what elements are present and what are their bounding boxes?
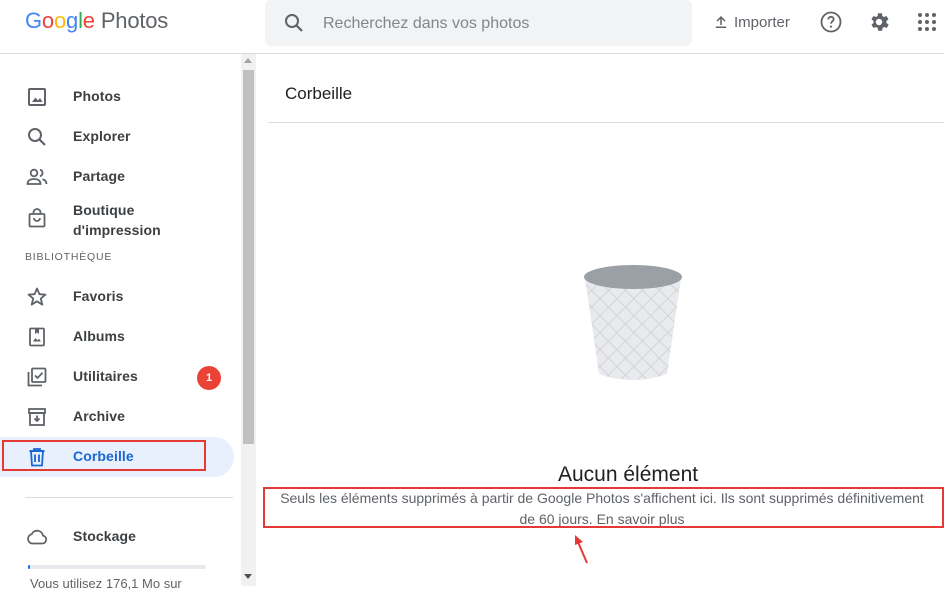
shopping-bag-icon [28,208,46,228]
sidebar-item-label: Explorer [73,128,131,144]
album-icon [29,327,45,347]
search-icon[interactable] [282,11,306,35]
apps-grid-icon[interactable] [915,10,939,34]
import-label: Importer [734,13,790,31]
sidebar-item-label: Archive [73,408,126,424]
sidebar-item-utilitaires[interactable]: Utilitaires 1 [0,357,234,397]
sidebar-item-albums[interactable]: Albums [0,317,234,357]
help-icon[interactable] [819,10,843,34]
empty-trash-illustration [584,265,682,380]
sidebar-item-archive[interactable]: Archive [0,397,234,437]
settings-icon[interactable] [867,10,891,34]
sidebar-divider [25,497,233,498]
cloud-icon [27,529,48,545]
empty-state-title: Aucun élément [558,463,699,486]
google-photos-logo[interactable]: Google Photos [25,8,168,34]
logo-letter: G [25,8,42,33]
notification-badge: 1 [197,366,221,390]
star-icon [27,287,47,306]
sidebar-item-boutique[interactable]: Boutique d'impression [0,197,234,247]
sidebar-item-label: Stockage [73,528,137,544]
library-heading: BIBLIOTHÈQUE [25,251,113,263]
logo-letter: o [53,8,67,33]
scroll-down-arrow-icon[interactable] [244,574,252,579]
page-title: Corbeille [285,84,353,103]
sidebar-item-stockage[interactable]: Stockage [0,517,234,557]
sidebar-item-label: Partage [73,168,126,184]
sidebar-item-partage[interactable]: Partage [0,157,234,197]
highlight-box-description [263,487,944,528]
scroll-up-arrow-icon[interactable] [244,58,252,63]
photo-icon [28,88,46,106]
utilities-icon [27,367,47,387]
scrollbar-thumb[interactable] [243,70,254,444]
highlight-box-corbeille [2,440,206,471]
logo-letter: g [66,8,79,33]
upload-icon [715,16,727,28]
annotation-arrow-icon [575,535,588,564]
sidebar-item-label: Utilitaires [73,368,138,384]
storage-progress-bar [28,565,206,569]
sidebar-item-favoris[interactable]: Favoris [0,277,234,317]
logo-letter: o [41,8,54,33]
archive-icon [28,408,46,426]
sidebar-item-explorer[interactable]: Explorer [0,117,234,157]
import-button[interactable]: Importer [712,10,790,34]
sidebar-scrollbar[interactable] [241,54,256,586]
sidebar-item-photos[interactable]: Photos [0,77,234,117]
people-icon [26,168,48,185]
top-bar: GooglePhotos Importer [0,0,944,54]
sidebar-item-label: Boutique d'impression [73,202,161,238]
logo-letter: e [82,8,95,33]
logo-product-name: Photos [100,8,169,33]
sidebar-item-label: Photos [73,88,122,104]
search-box[interactable] [265,0,692,48]
storage-usage-text: Vous utilisez 176,1 Mo sur [30,576,182,591]
storage-progress-fill [28,565,30,569]
sidebar-item-label: Albums [73,328,125,344]
search-icon [28,128,46,146]
search-input[interactable] [321,0,685,48]
title-divider [268,122,944,123]
sidebar-item-label: Favoris [73,288,124,304]
sidebar: Photos Explorer Partage Boutique d'impre… [0,54,240,591]
